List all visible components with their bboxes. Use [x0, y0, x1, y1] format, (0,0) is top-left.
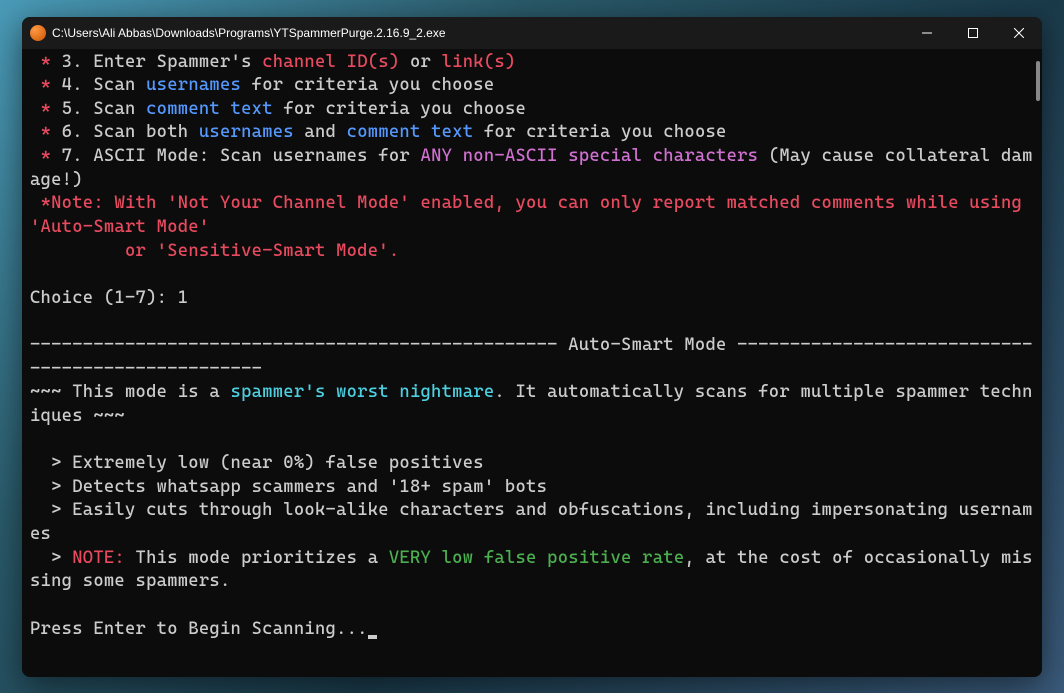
- bullet-1: > Extremely low (near 0%) false positive…: [30, 452, 1034, 476]
- minimize-icon: [922, 28, 932, 38]
- bullet-2: > Detects whatsapp scammers and '18+ spa…: [30, 476, 1034, 500]
- choice-prompt: Choice (1-7): 1: [30, 287, 1034, 311]
- maximize-icon: [968, 28, 978, 38]
- option-7: * 7. ASCII Mode: Scan usernames for ANY …: [30, 145, 1034, 192]
- bullet-4: > NOTE: This mode prioritizes a VERY low…: [30, 547, 1034, 594]
- option-6: * 6. Scan both usernames and comment tex…: [30, 121, 1034, 145]
- scrollbar-thumb[interactable]: [1036, 61, 1040, 101]
- close-icon: [1014, 28, 1024, 38]
- blank: [30, 429, 1034, 453]
- option-4: * 4. Scan usernames for criteria you cho…: [30, 74, 1034, 98]
- titlebar: C:\Users\Ali Abbas\Downloads\Programs\YT…: [22, 17, 1042, 49]
- blank: [30, 594, 1034, 618]
- press-enter-prompt: Press Enter to Begin Scanning...: [30, 618, 1034, 642]
- mode-description: ~~~ This mode is a spammer's worst night…: [30, 381, 1034, 428]
- bullet-3: > Easily cuts through look-alike charact…: [30, 499, 1034, 546]
- note-line-2: or 'Sensitive-Smart Mode'.: [30, 240, 1034, 264]
- cursor: [368, 635, 377, 639]
- blank: [30, 310, 1034, 334]
- blank: [30, 263, 1034, 287]
- option-5: * 5. Scan comment text for criteria you …: [30, 98, 1034, 122]
- note-line-1: *Note: With 'Not Your Channel Mode' enab…: [30, 192, 1034, 239]
- app-icon: [30, 25, 46, 41]
- option-3: * 3. Enter Spammer's channel ID(s) or li…: [30, 51, 1034, 75]
- window-controls: [904, 17, 1042, 49]
- mode-divider: ----------------------------------------…: [30, 334, 1034, 381]
- terminal-output[interactable]: * 3. Enter Spammer's channel ID(s) or li…: [22, 49, 1042, 677]
- window-title: C:\Users\Ali Abbas\Downloads\Programs\YT…: [52, 26, 904, 40]
- minimize-button[interactable]: [904, 17, 950, 49]
- close-button[interactable]: [996, 17, 1042, 49]
- maximize-button[interactable]: [950, 17, 996, 49]
- terminal-window: C:\Users\Ali Abbas\Downloads\Programs\YT…: [22, 17, 1042, 677]
